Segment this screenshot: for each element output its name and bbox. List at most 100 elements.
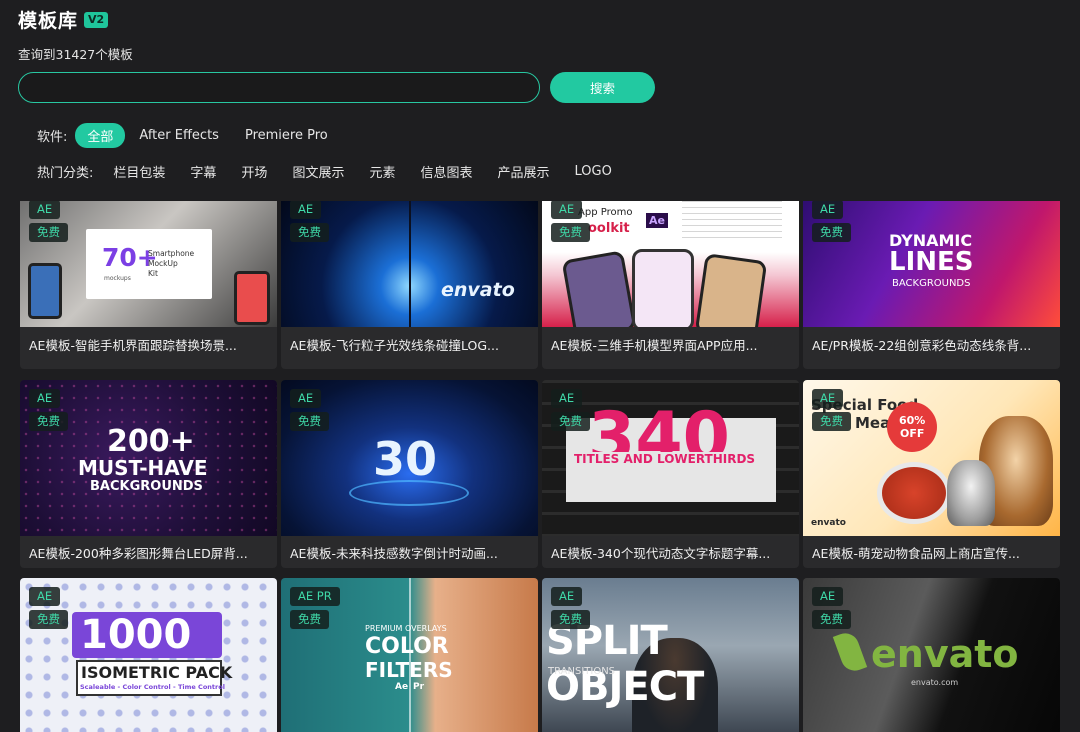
thumb-text: Scaleable - Color Control - Time Control	[80, 683, 225, 691]
template-card[interactable]: 340 TITLES AND LOWERTHIRDS AE 免费 AE模板-34…	[542, 380, 799, 568]
thumb-text: COLOR	[365, 634, 449, 659]
thumb-text: FILTERS	[365, 658, 453, 682]
thumb-text: Smartphone	[148, 249, 195, 258]
phone-icon	[28, 263, 62, 319]
phone-icon	[234, 271, 270, 325]
category-option-logo[interactable]: LOGO	[575, 164, 612, 179]
template-grid: 70+ mockups Smartphone MockUp Kit AE 免费 …	[20, 201, 1060, 732]
free-badge: 免费	[812, 412, 851, 431]
software-badge: AE	[29, 587, 61, 606]
search-button[interactable]: 搜索	[550, 72, 655, 103]
template-card[interactable]: SPLIT OBJECT TRANSITIONS AE 免费	[542, 578, 799, 732]
thumb-text: MUST-HAVE	[78, 456, 208, 480]
category-option-product-showcase[interactable]: 产品展示	[497, 162, 549, 181]
template-card[interactable]: 1000 ISOMETRIC PACK Scaleable - Color Co…	[20, 578, 277, 732]
page-title: 模板库	[18, 10, 79, 32]
software-badge: AE	[812, 587, 844, 606]
template-thumbnail[interactable]: App Promo oolkit Ae	[542, 201, 799, 327]
category-option-opening[interactable]: 开场	[241, 162, 267, 181]
free-badge: 免费	[812, 610, 851, 629]
free-badge: 免费	[29, 610, 68, 629]
thumb-text: MockUp	[148, 259, 178, 268]
thumb-text: Pr	[413, 682, 425, 692]
category-option-infographics[interactable]: 信息图表	[420, 162, 472, 181]
category-option-column-package[interactable]: 栏目包装	[113, 162, 165, 181]
search-input[interactable]	[18, 72, 540, 103]
thumb-text: 200+	[107, 424, 195, 459]
software-badge: AE	[29, 201, 61, 219]
template-card[interactable]: PREMIUM OVERLAYS COLOR FILTERS Ae Pr AE …	[281, 578, 538, 732]
template-title[interactable]: AE模板-飞行粒子光效线条碰撞LOG...	[290, 335, 532, 354]
software-badge: AE	[812, 389, 844, 408]
feature-list	[682, 201, 782, 241]
thumb-text: envato	[871, 632, 1019, 676]
page-header: 模板库 V2	[18, 6, 109, 33]
category-option-subtitles[interactable]: 字幕	[190, 162, 216, 181]
thumb-text: envato	[441, 279, 515, 301]
software-badge: AE	[812, 201, 844, 219]
template-title[interactable]: AE模板-三维手机模型界面APP应用...	[551, 335, 793, 354]
software-badge: AE	[551, 587, 583, 606]
template-card[interactable]: envato envato.com AE 免费	[803, 578, 1060, 732]
template-card[interactable]: Special Food Meal 60% OFF envato AE 免费 A…	[803, 380, 1060, 568]
thumb-text: Kit	[148, 269, 158, 278]
template-thumbnail[interactable]: DYNAMIC LINES BACKGROUNDS	[803, 201, 1060, 327]
template-card[interactable]: envato AE 免费 AE模板-飞行粒子光效线条碰撞LOG...	[281, 201, 538, 369]
thumb-text: LINES	[889, 247, 974, 277]
thumb-text: SPLIT OBJECT	[546, 618, 704, 710]
free-badge: 免费	[812, 223, 851, 242]
thumb-text: envato	[811, 518, 846, 528]
thumb-text: Ae	[395, 682, 409, 692]
free-badge: 免费	[290, 223, 329, 242]
thumb-text: 30	[373, 432, 438, 486]
thumb-text: oolkit	[588, 221, 630, 236]
thumb-text: BACKGROUNDS	[90, 479, 203, 494]
thumb-text: 60%	[899, 414, 926, 427]
template-thumbnail[interactable]: 70+ mockups Smartphone MockUp Kit	[20, 201, 277, 327]
thumb-text: OFF	[900, 427, 925, 440]
thumb-text: 1000	[80, 612, 192, 658]
template-title[interactable]: AE模板-智能手机界面跟踪替换场景...	[29, 335, 271, 354]
category-filter: 热门分类: 栏目包装 字幕 开场 图文展示 元素 信息图表 产品展示 LOGO	[37, 162, 637, 181]
category-filter-label: 热门分类:	[37, 166, 94, 181]
envato-leaf-icon	[832, 629, 868, 675]
free-badge: 免费	[29, 223, 68, 242]
cat-image	[947, 460, 995, 526]
software-option-after-effects[interactable]: After Effects	[127, 125, 231, 146]
template-card[interactable]: 200+ MUST-HAVE BACKGROUNDS AE 免费 AE模板-20…	[20, 380, 277, 568]
template-card[interactable]: DYNAMIC LINES BACKGROUNDS AE 免费 AE/PR模板-…	[803, 201, 1060, 369]
category-option-elements[interactable]: 元素	[369, 162, 395, 181]
thumb-text: PREMIUM OVERLAYS	[365, 624, 447, 633]
thumb-text: ISOMETRIC PACK	[81, 663, 233, 682]
template-title[interactable]: AE模板-200种多彩图形舞台LED屏背...	[29, 543, 271, 562]
software-badge: AE	[551, 201, 583, 219]
phone-icon	[632, 249, 694, 327]
software-option-premiere-pro[interactable]: Premiere Pro	[233, 125, 340, 146]
thumb-text: envato.com	[911, 678, 959, 687]
free-badge: 免费	[29, 412, 68, 431]
template-card[interactable]: 70+ mockups Smartphone MockUp Kit AE 免费 …	[20, 201, 277, 369]
software-badge: AE	[290, 389, 322, 408]
template-title[interactable]: AE模板-340个现代动态文字标题字幕...	[551, 543, 793, 562]
software-badge: AE	[551, 389, 583, 408]
template-card[interactable]: App Promo oolkit Ae AE 免费 AE模板-三维手机模型界面A…	[542, 201, 799, 369]
software-filter: 软件: 全部 After Effects Premiere Pro	[37, 123, 342, 148]
software-badge: AE PR	[290, 587, 340, 606]
food-bowl	[877, 462, 951, 524]
thumb-text: App Promo	[578, 207, 633, 218]
software-option-all[interactable]: 全部	[75, 123, 126, 148]
template-thumbnail[interactable]: envato	[281, 201, 538, 327]
split-line	[409, 201, 411, 327]
template-title[interactable]: AE/PR模板-22组创意彩色动态线条背...	[812, 335, 1054, 354]
template-card[interactable]: 30 AE 免费 AE模板-未来科技感数字倒计时动画...	[281, 380, 538, 568]
software-filter-label: 软件:	[37, 130, 68, 145]
template-title[interactable]: AE模板-萌宠动物食品网上商店宣传...	[812, 543, 1054, 562]
thumb-text: mockups	[104, 275, 131, 282]
category-option-slideshow[interactable]: 图文展示	[292, 162, 344, 181]
free-badge: 免费	[551, 223, 590, 242]
template-title[interactable]: AE模板-未来科技感数字倒计时动画...	[290, 543, 532, 562]
version-badge: V2	[84, 11, 109, 28]
free-badge: 免费	[551, 610, 590, 629]
result-count: 查询到31427个模板	[18, 47, 133, 62]
software-badge: AE	[290, 201, 322, 219]
